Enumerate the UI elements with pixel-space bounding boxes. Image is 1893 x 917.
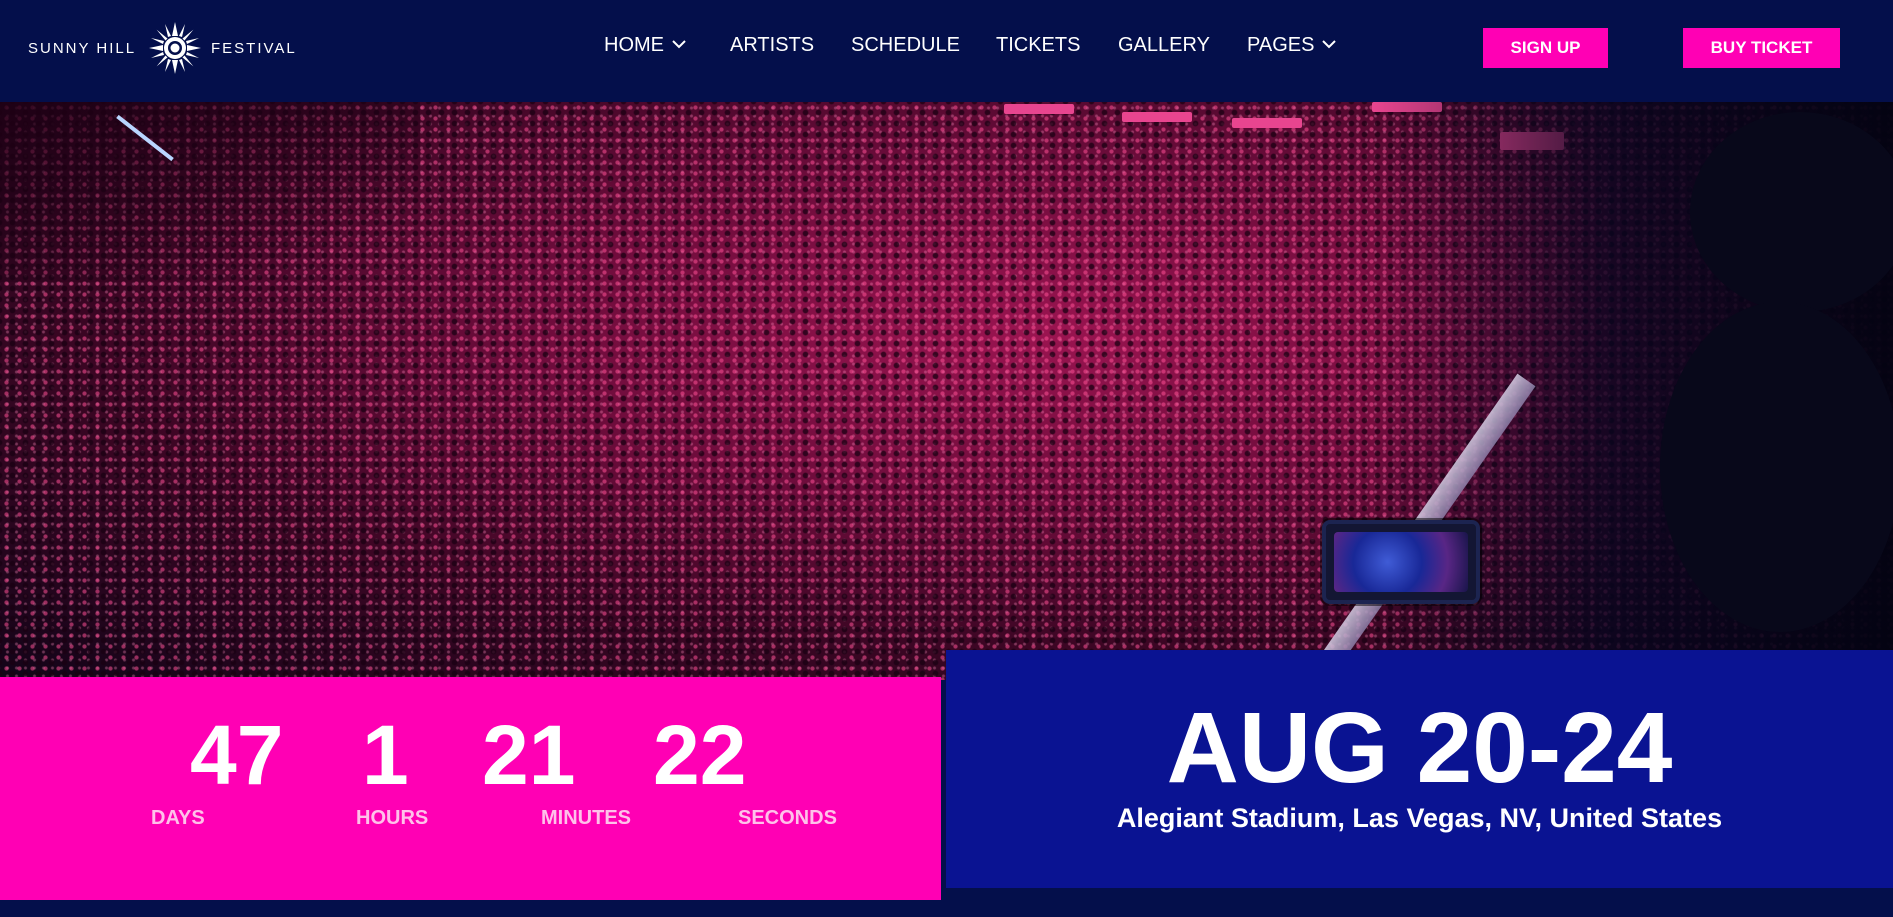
nav-item-artists[interactable]: ARTISTS [730, 34, 814, 57]
event-dates: AUG 20-24 [1166, 692, 1673, 804]
countdown-seconds-value: 22 [653, 708, 747, 802]
countdown-hours-value: 1 [362, 708, 409, 802]
nav-item-gallery[interactable]: GALLERY [1118, 34, 1210, 57]
countdown-minutes-label: MINUTES [541, 807, 631, 829]
nav-item-label: GALLERY [1118, 34, 1210, 56]
sign-up-button[interactable]: SIGN UP [1483, 28, 1608, 68]
countdown-days-label: DAYS [151, 807, 205, 829]
countdown-minutes-value: 21 [482, 708, 576, 802]
truss-shadow [0, 102, 420, 282]
spectator-head [1660, 302, 1893, 632]
countdown-seconds-label: SECONDS [738, 807, 837, 829]
stage-light [1232, 118, 1302, 128]
sun-burst-icon [149, 22, 201, 74]
event-location: Alegiant Stadium, Las Vegas, NV, United … [1116, 803, 1723, 833]
nav-item-pages[interactable]: PAGES [1247, 34, 1337, 57]
stage-light [1122, 112, 1192, 122]
countdown-days-value: 47 [190, 708, 284, 802]
site-logo[interactable]: SUNNY HILL FESTIVAL [28, 22, 308, 74]
phone-display [1334, 532, 1468, 592]
countdown-panel: 47 1 21 22 DAYS HOURS MINUTES SECONDS [0, 677, 941, 900]
chevron-down-icon [672, 40, 686, 49]
nav-item-label: TICKETS [996, 34, 1081, 56]
event-date-panel: AUG 20-24 Alegiant Stadium, Las Vegas, N… [946, 650, 1893, 888]
countdown-hours-label: HOURS [356, 807, 429, 829]
nav-item-label: ARTISTS [730, 34, 815, 56]
logo-text-right: FESTIVAL [211, 40, 297, 57]
nav-item-label: SCHEDULE [851, 34, 960, 56]
phone-screen [1322, 520, 1480, 604]
hero-crowd-image [0, 102, 1893, 680]
buy-ticket-button[interactable]: BUY TICKET [1683, 28, 1840, 68]
nav-item-tickets[interactable]: TICKETS [996, 34, 1080, 57]
site-header: SUNNY HILL FESTIVAL HOME ARTISTS SCHEDUL… [0, 0, 1893, 102]
nav-item-schedule[interactable]: SCHEDULE [851, 34, 960, 57]
stage-light [1004, 104, 1074, 114]
nav-item-home[interactable]: HOME [604, 34, 686, 57]
nav-item-label: HOME [604, 34, 664, 56]
logo-text-left: SUNNY HILL [28, 40, 137, 57]
chevron-down-icon [1322, 40, 1337, 49]
nav-item-label: PAGES [1247, 34, 1315, 56]
